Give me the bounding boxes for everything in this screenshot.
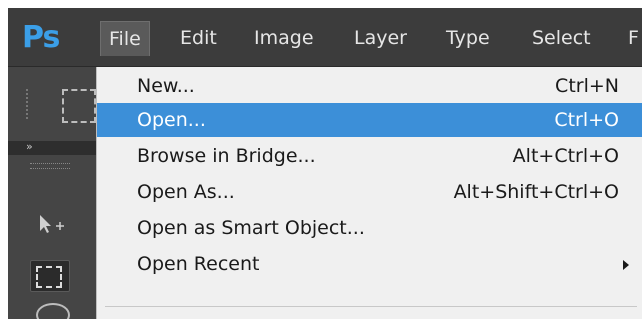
menu-bar: Ps File Edit Image Layer Type Select F — [8, 8, 642, 67]
menu-item-open[interactable]: Open... Ctrl+O — [97, 103, 642, 137]
menu-item-label: Open... — [137, 109, 206, 131]
menu-item-label: Open Recent — [137, 253, 260, 275]
photoshop-logo: Ps — [22, 20, 60, 55]
marquee-icon[interactable] — [62, 89, 96, 123]
menu-edit[interactable]: Edit — [172, 21, 225, 55]
collapse-icon[interactable]: » — [26, 140, 33, 153]
menu-item-open-recent[interactable]: Open Recent — [97, 247, 642, 281]
toolbar-grip[interactable] — [30, 163, 70, 169]
menu-item-new[interactable]: New... Ctrl+N — [97, 69, 642, 103]
rectangular-marquee-icon[interactable] — [36, 266, 62, 288]
lasso-icon[interactable] — [36, 303, 70, 319]
panel-grip[interactable] — [26, 89, 32, 119]
menu-item-label: Open As... — [137, 181, 235, 203]
panel-collapse-bar[interactable] — [8, 141, 96, 155]
menu-layer[interactable]: Layer — [346, 21, 415, 55]
menu-file[interactable]: File — [100, 21, 150, 56]
menu-image[interactable]: Image — [246, 21, 322, 55]
menu-item-label: Open as Smart Object... — [137, 217, 365, 239]
menu-item-browse-in-bridge[interactable]: Browse in Bridge... Alt+Ctrl+O — [97, 139, 642, 173]
file-menu-dropdown: New... Ctrl+N Open... Ctrl+O Browse in B… — [96, 67, 642, 319]
photoshop-window: Ps File Edit Image Layer Type Select F »… — [8, 8, 642, 319]
menu-separator — [105, 306, 637, 307]
menu-item-label: New... — [137, 75, 195, 97]
menu-item-label: Browse in Bridge... — [137, 145, 316, 167]
menu-type[interactable]: Type — [438, 21, 498, 55]
menu-item-shortcut: Ctrl+O — [554, 109, 619, 131]
submenu-arrow-icon — [623, 260, 629, 270]
menu-item-open-as[interactable]: Open As... Alt+Shift+Ctrl+O — [97, 175, 642, 209]
menu-item-open-as-smart-object[interactable]: Open as Smart Object... — [97, 211, 642, 245]
menu-item-shortcut: Ctrl+N — [555, 75, 619, 97]
menu-filter[interactable]: F — [620, 21, 642, 55]
move-icon[interactable] — [36, 213, 66, 237]
menu-item-shortcut: Alt+Shift+Ctrl+O — [453, 181, 619, 203]
tools-panel: » — [8, 67, 96, 319]
menu-item-shortcut: Alt+Ctrl+O — [512, 145, 619, 167]
menu-select[interactable]: Select — [524, 21, 599, 55]
